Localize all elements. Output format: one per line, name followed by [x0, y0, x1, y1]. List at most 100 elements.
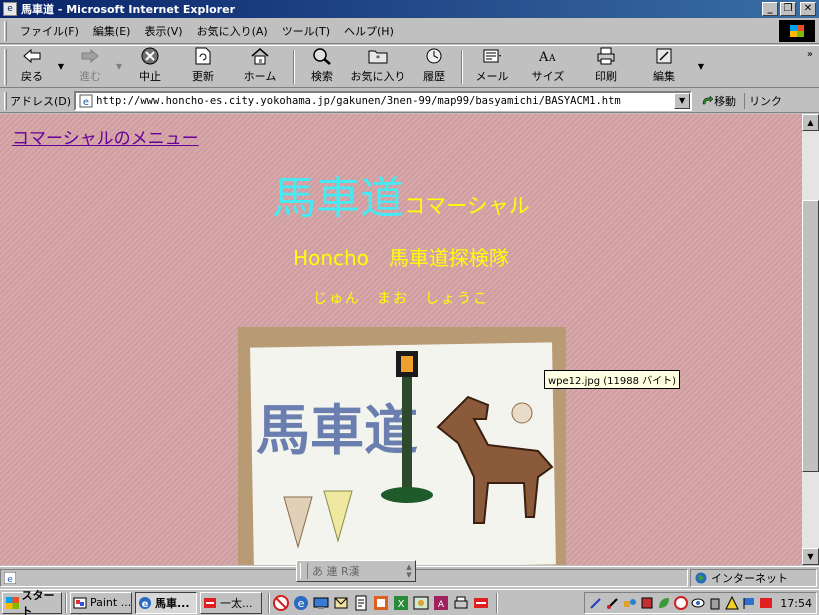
menu-help[interactable]: ヘルプ(H) [337, 23, 401, 39]
stop-button[interactable]: 中止 [125, 47, 175, 87]
commercial-menu-link[interactable]: コマーシャルのメニュー [12, 124, 199, 149]
favorites-label: お気に入り [350, 69, 406, 83]
no-entry-icon[interactable] [273, 594, 289, 611]
home-label: ホーム [243, 69, 277, 83]
eye-tray-icon[interactable] [691, 596, 705, 610]
vertical-scrollbar[interactable]: ▲ ▼ [802, 114, 819, 565]
notepad-icon[interactable] [353, 595, 369, 611]
forward-dropdown-icon[interactable]: ▼ [113, 62, 125, 71]
ichitaro-quicklaunch-icon[interactable] [473, 595, 489, 611]
brush-tray-icon[interactable] [606, 596, 620, 610]
ie-page-icon: e [3, 2, 17, 16]
leaf-tray-icon[interactable] [657, 596, 671, 610]
edit-page-icon [652, 47, 676, 66]
print-manager-icon[interactable] [453, 595, 469, 611]
pen-tray-icon[interactable] [589, 596, 603, 610]
svg-text:X: X [398, 599, 405, 610]
svg-text:*: * [376, 54, 380, 63]
forward-button[interactable]: 進む [67, 47, 113, 87]
ime-grip[interactable] [300, 563, 308, 579]
drawing-photo[interactable]: 馬車道 [238, 327, 566, 565]
trash-tray-icon[interactable] [708, 596, 722, 610]
history-button[interactable]: 履歴 [411, 47, 457, 87]
edit-button[interactable]: 編集 [633, 47, 695, 87]
stop-icon [138, 47, 162, 66]
no-sign-tray-icon[interactable] [674, 596, 689, 610]
ie-quicklaunch-icon[interactable]: e [293, 595, 309, 611]
ime-menu-icon[interactable]: ▲ ▼ [403, 563, 415, 579]
back-dropdown-icon[interactable]: ▼ [55, 62, 67, 71]
search-button[interactable]: 検索 [299, 47, 345, 87]
menu-favorites[interactable]: お気に入り(A) [190, 23, 275, 39]
history-icon [422, 47, 446, 66]
desktop-icon[interactable] [313, 595, 329, 611]
menu-view[interactable]: 表示(V) [137, 23, 189, 39]
address-box: e ▼ [74, 90, 693, 111]
access-icon[interactable]: A [433, 595, 449, 611]
refresh-button[interactable]: 更新 [175, 47, 231, 87]
shapes-tray-icon[interactable] [623, 596, 637, 610]
task-paint-label: Paint ... [90, 596, 132, 609]
menu-edit[interactable]: 編集(E) [86, 23, 138, 39]
warning-tray-icon[interactable] [725, 596, 740, 610]
minimize-button[interactable]: _ [762, 2, 778, 16]
print-button[interactable]: 印刷 [579, 47, 633, 87]
flag-tray-icon[interactable] [742, 596, 756, 610]
image-tooltip: wpe12.jpg (11988 バイト) [544, 370, 681, 389]
svg-text:A: A [438, 600, 445, 610]
ime-toolbar[interactable]: あ 連 R漢 ▲ ▼ [296, 560, 416, 582]
size-button[interactable]: AA サイズ [517, 47, 579, 87]
paint-icon [73, 597, 87, 608]
task-ie[interactable]: e 馬車... [135, 591, 197, 614]
back-button[interactable]: 戻る [9, 47, 55, 87]
task-paint[interactable]: Paint ... [70, 591, 132, 614]
security-zone-pane: インターネット [690, 568, 817, 587]
excel-icon[interactable]: X [393, 595, 409, 611]
addressbar-grip[interactable] [4, 91, 7, 110]
team-title: Honcho 馬車道探検隊 [293, 246, 509, 270]
search-icon [310, 47, 334, 66]
toolbar-chevron-icon[interactable]: » [807, 49, 813, 60]
menubar-grip[interactable] [4, 20, 7, 41]
menu-bar: ファイル(F) 編集(E) 表示(V) お気に入り(A) ツール(T) ヘルプ(… [0, 18, 819, 44]
close-button[interactable]: ✕ [800, 2, 816, 16]
address-input[interactable] [96, 94, 677, 107]
refresh-icon [191, 47, 215, 66]
links-button[interactable]: リンク [744, 92, 782, 109]
toolbar-grip[interactable] [4, 48, 7, 85]
toolbar-separator [293, 49, 295, 84]
task-ie-label: 馬車... [155, 596, 190, 610]
restore-button[interactable]: ❐ [780, 2, 796, 16]
scroll-thumb[interactable] [802, 200, 819, 472]
book-tray-icon[interactable] [640, 596, 654, 610]
windows-flag-icon [6, 596, 19, 609]
mail-icon [480, 47, 504, 66]
window-title: 馬車道 - Microsoft Internet Explorer [21, 3, 235, 16]
menu-tools[interactable]: ツール(T) [275, 23, 337, 39]
forward-arrow-icon [78, 47, 102, 66]
task-ichitaro[interactable]: 一太... [200, 591, 262, 614]
windows-logo-icon [779, 20, 815, 42]
outlook-icon[interactable] [333, 595, 349, 611]
favorites-button[interactable]: * お気に入り [345, 47, 411, 87]
ime-mode-label: あ 連 R漢 [312, 565, 360, 578]
ime-tray-icon[interactable] [759, 596, 773, 610]
clock[interactable]: 17:54 [780, 597, 812, 610]
edit-dropdown-icon[interactable]: ▼ [695, 62, 707, 71]
taskbar-separator [496, 592, 498, 613]
task-ichitaro-label: 一太... [220, 596, 253, 610]
scroll-down-icon[interactable]: ▼ [802, 548, 819, 565]
menu-file[interactable]: ファイル(F) [13, 23, 86, 39]
office-icon[interactable] [373, 595, 389, 611]
address-dropdown-icon[interactable]: ▼ [674, 92, 691, 109]
edit-label: 編集 [653, 69, 675, 83]
scroll-up-icon[interactable]: ▲ [802, 114, 819, 131]
back-arrow-icon [20, 47, 44, 66]
start-button[interactable]: スタート [2, 589, 62, 615]
go-button[interactable]: 移動 [700, 93, 736, 109]
ie-status-icon: e [4, 571, 16, 584]
mail-button[interactable]: メール [467, 47, 517, 87]
toolbar-separator [461, 49, 463, 84]
home-button[interactable]: ホーム [231, 47, 289, 87]
gallery-icon[interactable] [413, 595, 429, 611]
